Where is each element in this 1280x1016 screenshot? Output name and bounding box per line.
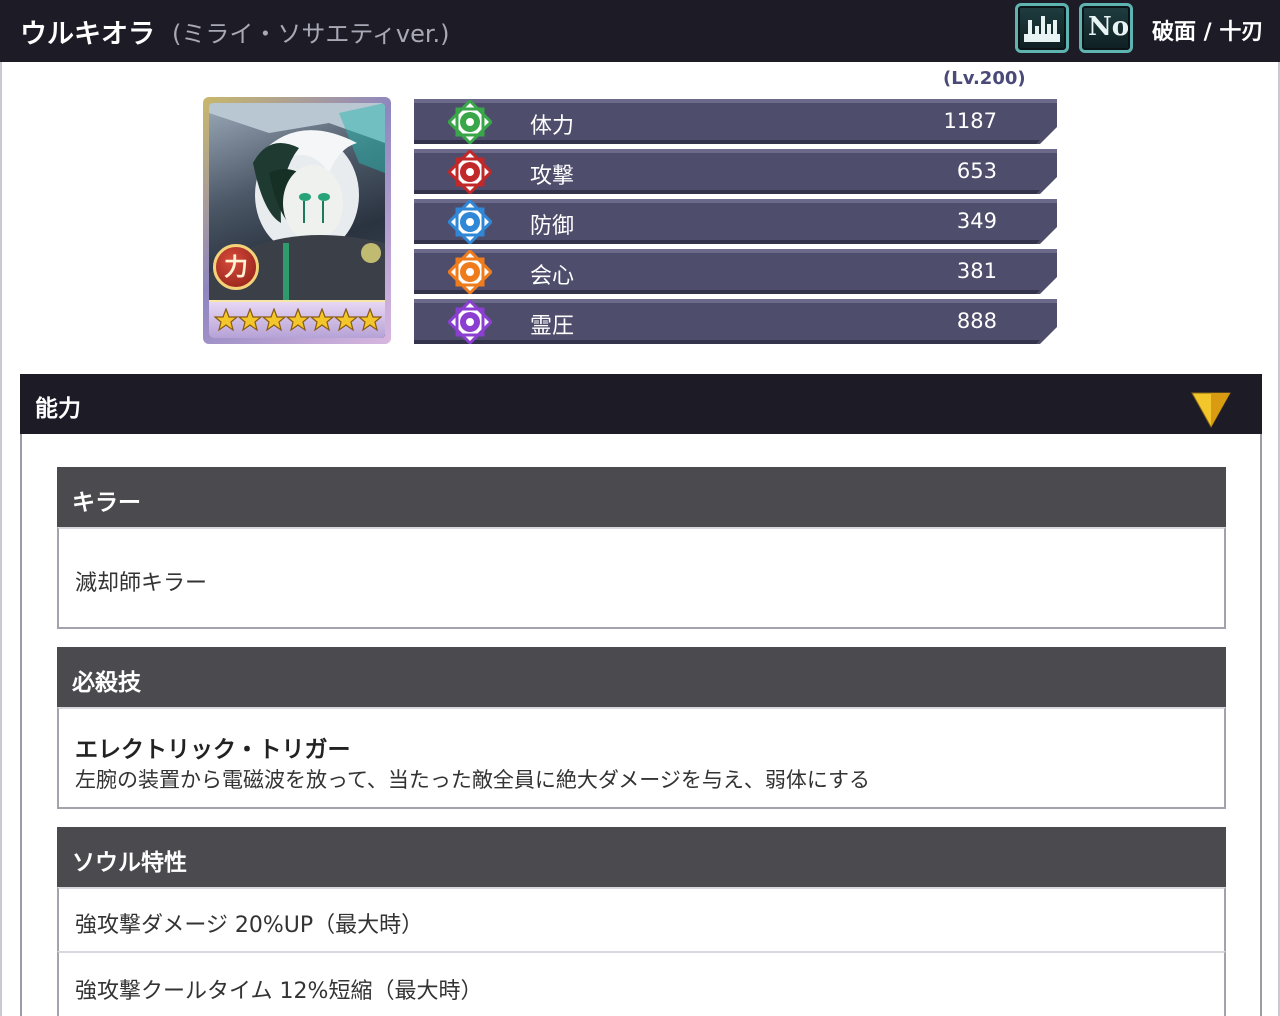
star-icon (358, 308, 382, 332)
special-header: 必殺技 (57, 647, 1226, 709)
character-variant: (ミライ・ソサエティver.) (172, 20, 450, 48)
soul-item: 強攻撃ダメージ 20%UP（最大時） (57, 887, 1226, 953)
collapse-triangle-icon[interactable] (1191, 391, 1231, 429)
stat-value: 349 (956, 209, 997, 233)
stat-label: 防御 (530, 214, 575, 239)
stat-label: 会心 (530, 264, 575, 289)
killer-body: 滅却師キラー (57, 527, 1226, 629)
soul-item: 強攻撃クールタイム 12%短縮（最大時） (57, 951, 1226, 1016)
special-desc: 左腕の装置から電磁波を放って、当たった敵全員に絶大ダメージを与え、弱体にする (75, 768, 871, 792)
stat-row: 霊圧 888 (414, 299, 1057, 344)
soul-item-text: 強攻撃ダメージ 20%UP（最大時） (75, 913, 424, 938)
stat-row: 攻撃 653 (414, 149, 1057, 194)
killer-header: キラー (57, 467, 1226, 529)
stat-row: 防御 349 (414, 199, 1057, 244)
stat-value: 653 (956, 159, 997, 183)
stat-value: 888 (956, 309, 997, 333)
character-name: ウルキオラ (20, 19, 155, 50)
number-label: No (1088, 12, 1130, 42)
special-body: エレクトリック・トリガー 左腕の装置から電磁波を放って、当たった敵全員に絶大ダメ… (57, 707, 1226, 809)
special-name: エレクトリック・トリガー (75, 737, 351, 763)
star-icon (334, 308, 358, 332)
reiatsu-icon (448, 300, 492, 344)
hp-icon (448, 100, 492, 144)
level-label: (Lv.200) (943, 68, 1026, 89)
critical-icon (448, 250, 492, 294)
stat-value: 381 (956, 259, 997, 283)
attribute-badge: 力 (213, 244, 259, 290)
soul-header: ソウル特性 (57, 827, 1226, 889)
killer-heading: キラー (72, 490, 141, 516)
defense-icon (448, 200, 492, 244)
character-card[interactable]: 力 (203, 97, 391, 344)
frame-border-left (0, 62, 2, 1016)
faction-label: 破面 / 十刃 (1152, 20, 1264, 45)
killer-text: 滅却師キラー (75, 571, 208, 596)
skyline-icon (1024, 16, 1060, 42)
rarity-stars (209, 300, 385, 338)
ability-header[interactable]: 能力 (20, 374, 1262, 434)
star-icon (262, 308, 286, 332)
star-icon (214, 308, 238, 332)
special-heading: 必殺技 (72, 670, 141, 696)
attack-icon (448, 150, 492, 194)
card-portrait: 力 (209, 103, 385, 338)
skyline-button[interactable] (1015, 3, 1069, 53)
soul-heading: ソウル特性 (72, 850, 187, 876)
number-button[interactable]: No (1079, 3, 1133, 53)
character-detail-page: ウルキオラ (ミライ・ソサエティver.) No 破面 / 十刃 力 (Lv.2… (0, 0, 1280, 1016)
star-icon (286, 308, 310, 332)
stat-label: 霊圧 (530, 314, 575, 339)
ability-title: 能力 (35, 396, 81, 422)
star-icon (310, 308, 334, 332)
header-bar: ウルキオラ (ミライ・ソサエティver.) No 破面 / 十刃 (0, 0, 1280, 62)
stat-row: 会心 381 (414, 249, 1057, 294)
stat-label: 攻撃 (530, 164, 575, 189)
soul-item-text: 強攻撃クールタイム 12%短縮（最大時） (75, 979, 483, 1004)
stat-label: 体力 (530, 114, 575, 139)
star-icon (238, 308, 262, 332)
stat-value: 1187 (943, 109, 997, 133)
stat-row: 体力 1187 (414, 99, 1057, 144)
